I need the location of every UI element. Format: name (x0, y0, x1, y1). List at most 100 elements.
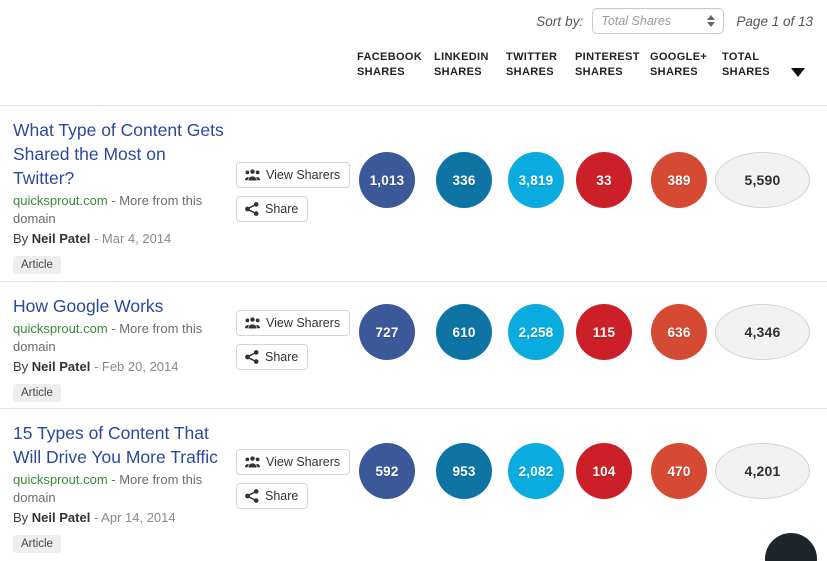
column-header-facebook-line2: SHARES (357, 66, 405, 78)
spinner-arrows-icon[interactable] (707, 15, 716, 27)
result-actions: View Sharers Share (236, 310, 351, 378)
share-count-googleplus[interactable]: 389 (651, 152, 707, 208)
column-header-googleplus[interactable]: GOOGLE+ SHARES (650, 50, 707, 80)
sort-by-select[interactable]: Total Shares (592, 8, 725, 34)
result-meta: 15 Types of Content That Will Drive You … (13, 421, 228, 553)
domain-link[interactable]: quicksprout.com (13, 321, 108, 336)
result-title-link[interactable]: How Google Works (13, 294, 228, 318)
results-page: Sort by: Total Shares Page 1 of 13 FACEB… (0, 0, 827, 561)
byline-prefix: By (13, 359, 32, 374)
column-header-twitter-line2: SHARES (506, 66, 554, 78)
result-actions: View Sharers Share (236, 449, 351, 517)
share-nodes-icon (245, 350, 259, 364)
share-count-pinterest[interactable]: 104 (576, 443, 632, 499)
view-sharers-button[interactable]: View Sharers (236, 310, 351, 336)
result-domain-line: quicksprout.com - More from this domain (13, 471, 228, 507)
share-count-googleplus[interactable]: 470 (651, 443, 707, 499)
column-header-total-line2: SHARES (722, 66, 770, 78)
view-sharers-label: View Sharers (266, 316, 341, 330)
column-header-total[interactable]: TOTAL SHARES (722, 50, 770, 80)
sort-by-label: Sort by: (536, 13, 584, 29)
author-name: Neil Patel (31, 231, 91, 246)
share-count-pinterest[interactable]: 33 (576, 152, 632, 208)
sort-by-value: Total Shares (601, 14, 672, 28)
share-count-facebook[interactable]: 727 (359, 304, 415, 360)
share-count-pinterest[interactable]: 115 (576, 304, 632, 360)
domain-link[interactable]: quicksprout.com (13, 193, 108, 208)
share-nodes-icon (245, 202, 259, 216)
users-icon (245, 169, 260, 181)
result-domain-line: quicksprout.com - More from this domain (13, 320, 228, 356)
column-header-pinterest-line2: SHARES (575, 66, 623, 78)
share-button[interactable]: Share (236, 483, 309, 509)
content-type-badge: Article (13, 535, 61, 553)
result-byline: By Neil Patel - Apr 14, 2014 (13, 508, 228, 528)
result-row: How Google Works quicksprout.com - More f… (0, 282, 827, 409)
column-header-facebook[interactable]: FACEBOOK SHARES (357, 50, 422, 80)
share-count-facebook[interactable]: 1,013 (359, 152, 415, 208)
column-header-linkedin-line2: SHARES (434, 66, 482, 78)
results-list: What Type of Content Gets Shared the Mos… (0, 106, 827, 561)
share-nodes-icon (245, 489, 259, 503)
share-count-total[interactable]: 4,346 (715, 304, 810, 360)
view-sharers-button[interactable]: View Sharers (236, 162, 351, 188)
author-name: Neil Patel (31, 359, 91, 374)
users-icon (245, 456, 260, 468)
share-label: Share (265, 489, 299, 503)
users-icon (245, 169, 260, 181)
toolbar: Sort by: Total Shares Page 1 of 13 (0, 0, 827, 42)
users-icon (245, 317, 260, 329)
result-title-link[interactable]: 15 Types of Content That Will Drive You … (13, 421, 228, 469)
column-header-googleplus-line2: SHARES (650, 66, 698, 78)
view-sharers-button[interactable]: View Sharers (236, 449, 351, 475)
share-count-googleplus[interactable]: 636 (651, 304, 707, 360)
share-nodes-icon (245, 350, 259, 364)
column-header-twitter-line1: TWITTER (506, 51, 558, 63)
content-type-badge: Article (13, 384, 61, 402)
column-header-total-line1: TOTAL (722, 51, 760, 63)
share-nodes-icon (245, 202, 259, 216)
result-row: 15 Types of Content That Will Drive You … (0, 409, 827, 561)
share-count-twitter[interactable]: 2,258 (508, 304, 564, 360)
byline-prefix: By (13, 231, 32, 246)
caret-down-icon[interactable] (791, 68, 805, 77)
column-headers: FACEBOOK SHARES LINKEDIN SHARES TWITTER … (0, 50, 827, 96)
column-header-twitter[interactable]: TWITTER SHARES (506, 50, 557, 80)
publish-date: - Apr 14, 2014 (90, 510, 176, 525)
domain-link[interactable]: quicksprout.com (13, 472, 108, 487)
author-name: Neil Patel (31, 510, 91, 525)
share-button[interactable]: Share (236, 196, 309, 222)
share-label: Share (265, 202, 299, 216)
share-label: Share (265, 350, 299, 364)
page-indicator: Page 1 of 13 (736, 13, 813, 29)
publish-date: - Mar 4, 2014 (90, 231, 172, 246)
share-count-facebook[interactable]: 592 (359, 443, 415, 499)
share-count-linkedin[interactable]: 953 (436, 443, 492, 499)
share-count-total[interactable]: 5,590 (715, 152, 810, 208)
result-domain-line: quicksprout.com - More from this domain (13, 192, 228, 228)
column-header-facebook-line1: FACEBOOK (357, 51, 423, 63)
share-count-twitter[interactable]: 2,082 (508, 443, 564, 499)
users-icon (245, 456, 260, 468)
byline-prefix: By (13, 510, 32, 525)
column-header-pinterest[interactable]: PINTEREST SHARES (575, 50, 640, 80)
view-sharers-label: View Sharers (266, 455, 341, 469)
share-count-total[interactable]: 4,201 (715, 443, 810, 499)
share-count-twitter[interactable]: 3,819 (508, 152, 564, 208)
result-row: What Type of Content Gets Shared the Mos… (0, 106, 827, 282)
share-count-linkedin[interactable]: 336 (436, 152, 492, 208)
column-header-pinterest-line1: PINTEREST (575, 51, 640, 63)
column-header-linkedin[interactable]: LINKEDIN SHARES (434, 50, 489, 80)
view-sharers-label: View Sharers (266, 168, 341, 182)
result-meta: How Google Works quicksprout.com - More f… (13, 294, 228, 402)
share-button[interactable]: Share (236, 344, 309, 370)
publish-date: - Feb 20, 2014 (90, 359, 179, 374)
content-type-badge: Article (13, 256, 61, 274)
result-byline: By Neil Patel - Mar 4, 2014 (13, 229, 228, 249)
column-header-googleplus-line1: GOOGLE+ (650, 51, 708, 63)
result-meta: What Type of Content Gets Shared the Mos… (13, 118, 228, 274)
share-count-linkedin[interactable]: 610 (436, 304, 492, 360)
result-byline: By Neil Patel - Feb 20, 2014 (13, 357, 228, 377)
result-title-link[interactable]: What Type of Content Gets Shared the Mos… (13, 118, 228, 190)
result-actions: View Sharers Share (236, 162, 351, 230)
